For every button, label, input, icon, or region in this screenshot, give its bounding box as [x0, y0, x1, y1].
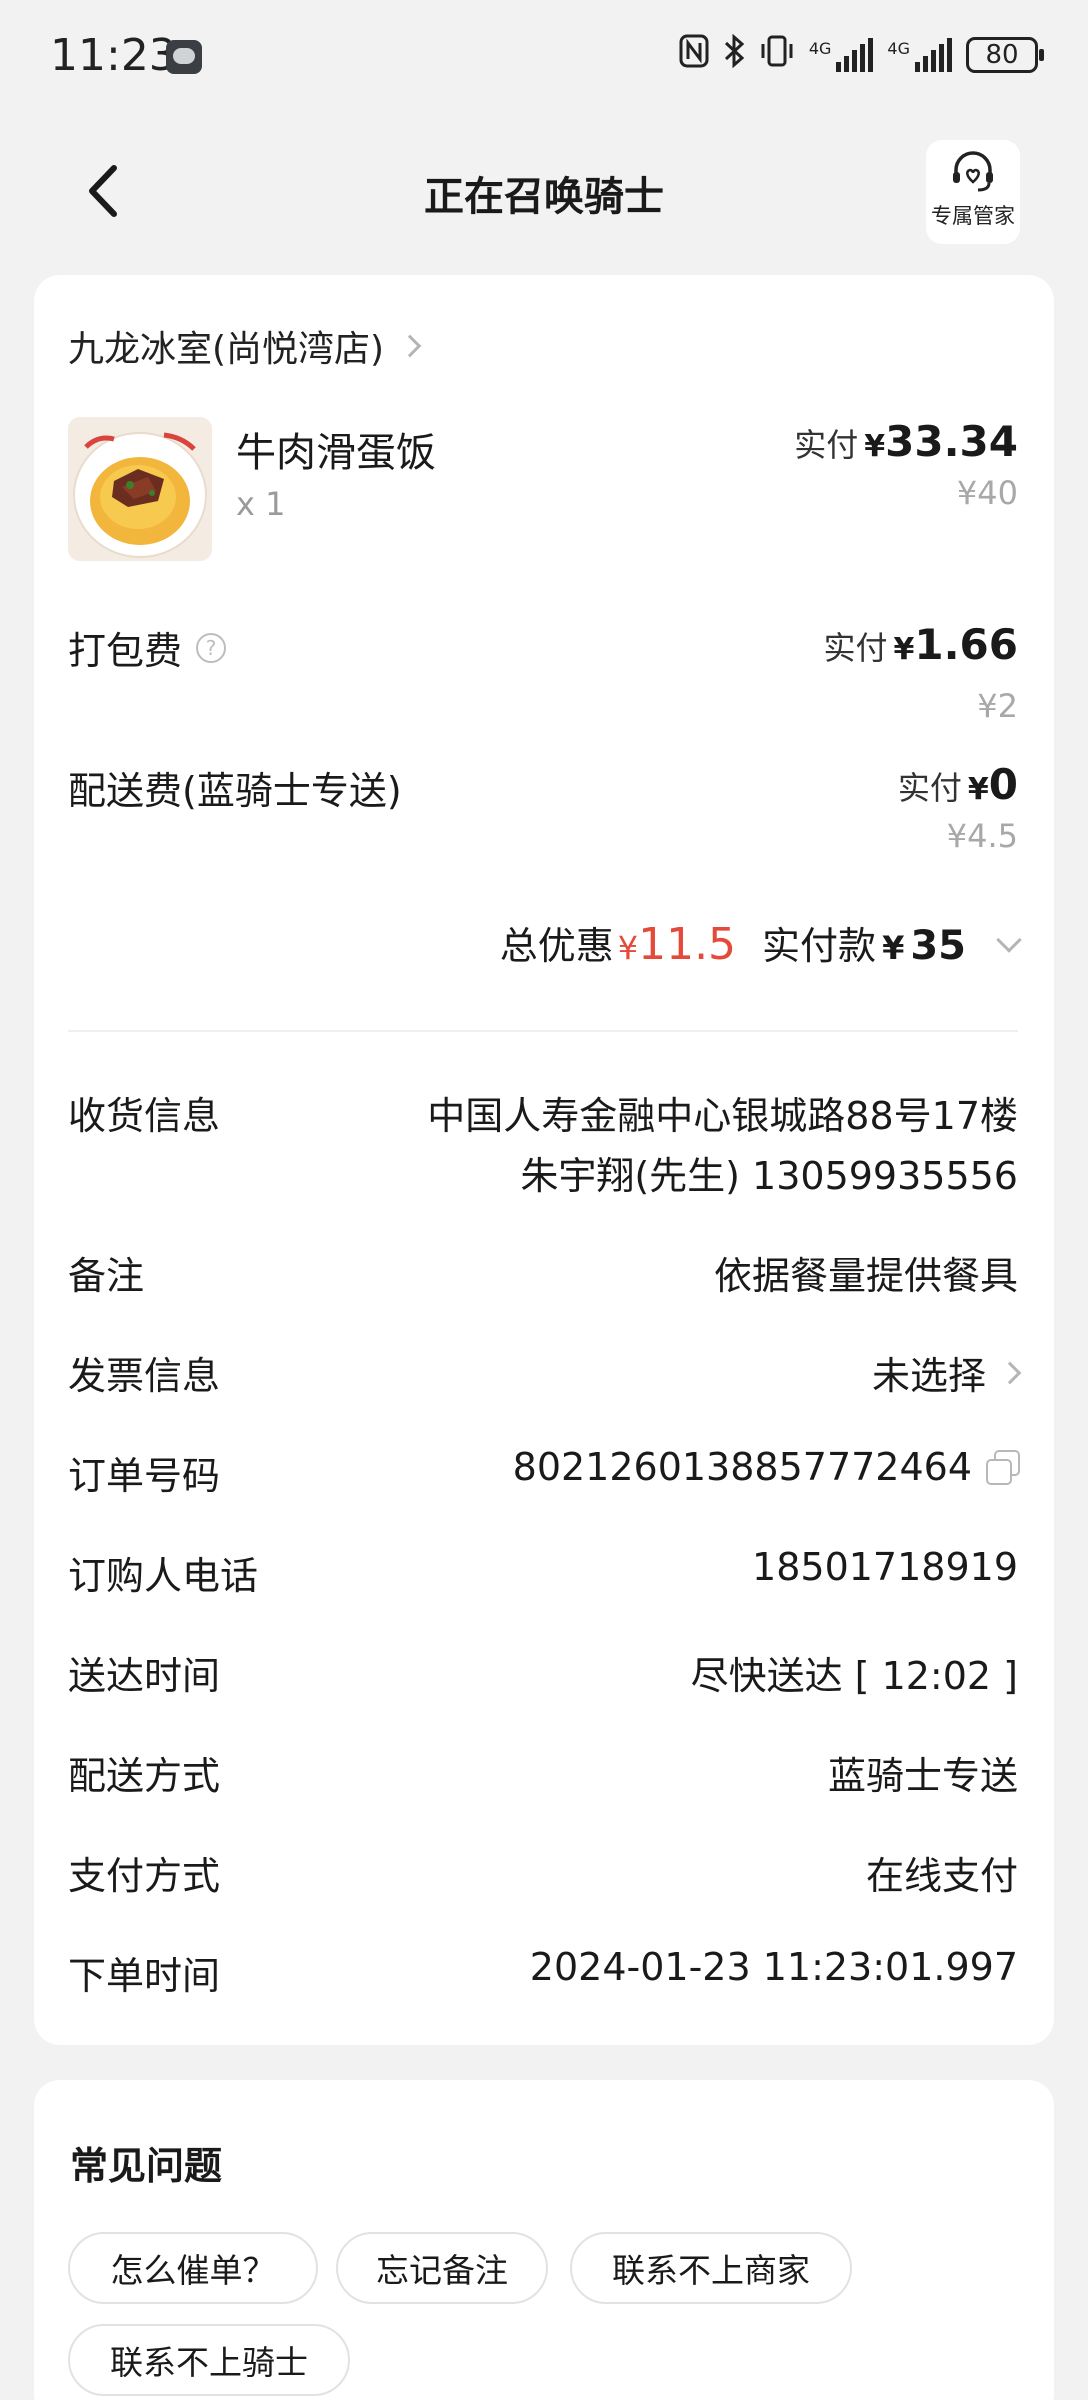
item-price: 实付 ¥33.34 ¥40: [794, 417, 1018, 512]
delivery-fee-label: 配送费(蓝骑士专送): [68, 769, 402, 813]
invoice-value-wrap: 未选择: [871, 1345, 1022, 1400]
order-number-row: 订单号码 8021260138857772464: [68, 1445, 1020, 1505]
payment-row: 支付方式 在线支付: [68, 1845, 1018, 1905]
currency-symbol: ¥: [893, 632, 915, 667]
chevron-right-icon: [398, 334, 422, 358]
delivery-fee-original: ¥4.5: [946, 817, 1018, 855]
phone-label: 订购人电话: [68, 1554, 259, 1598]
invoice-row[interactable]: 发票信息 未选择: [68, 1345, 1022, 1405]
packing-fee-paid-value: 1.66: [914, 620, 1018, 669]
remark-label: 备注: [68, 1254, 145, 1298]
currency-symbol: ¥: [967, 772, 989, 807]
store-name: 九龙冰室(尚悦湾店): [68, 329, 385, 370]
packing-fee-text: 打包费: [68, 629, 183, 673]
delivery-method-row: 配送方式 蓝骑士专送: [68, 1745, 1018, 1805]
chevron-down-icon[interactable]: [996, 927, 1022, 953]
status-time: 11:23: [50, 30, 177, 81]
status-icons: 4G 4G 80: [679, 32, 1044, 78]
divider: [68, 1030, 1018, 1032]
butler-label: 专属管家: [931, 204, 1015, 228]
delivery-method-label: 配送方式: [68, 1754, 221, 1798]
faq-chip-contact-rider[interactable]: 联系不上骑士: [68, 2324, 350, 2396]
vibrate-icon: [759, 34, 795, 76]
address-row: 收货信息 中国人寿金融中心银城路88号17楼 朱宇翔(先生) 130599355…: [68, 1085, 1018, 1215]
order-number-wrap: 8021260138857772464: [512, 1445, 1020, 1489]
order-number-value: 8021260138857772464: [512, 1445, 972, 1489]
item-quantity: x 1: [236, 485, 286, 523]
delivery-time-row: 送达时间 尽快送达 [ 12:02 ]: [68, 1645, 1018, 1705]
headset-heart-icon: [953, 151, 993, 192]
paid-label: 实付: [794, 426, 859, 464]
signal-4g-icon: 4G: [887, 38, 952, 72]
delivery-fee-paid-value: 0: [988, 760, 1018, 809]
faq-chip-contact-store[interactable]: 联系不上商家: [570, 2232, 852, 2304]
network-type-label: 4G: [808, 39, 832, 58]
order-time-row: 下单时间 2024-01-23 11:23:01.997: [68, 1945, 1018, 2005]
page-header: 正在召唤骑士 专属管家: [0, 120, 1088, 260]
delivery-method-value: 蓝骑士专送: [827, 1754, 1018, 1798]
item-paid-value: 33.34: [885, 417, 1018, 466]
packing-fee-original: ¥2: [977, 687, 1018, 725]
butler-button[interactable]: 专属管家: [926, 140, 1020, 244]
faq-chip-urge[interactable]: 怎么催单？: [68, 2232, 318, 2304]
order-time-label: 下单时间: [68, 1954, 221, 1998]
order-detail-page: 11:23 4G 4G 80 正在召唤骑士 专属管家 九龙冰室(尚悦湾店) 牛肉…: [0, 0, 1088, 2400]
status-bar: 11:23 4G 4G 80: [0, 0, 1088, 110]
phone-row: 订购人电话 18501718919: [68, 1545, 1018, 1605]
chevron-right-icon: [998, 1361, 1022, 1384]
payment-label: 支付方式: [68, 1854, 221, 1898]
food-image: [68, 417, 212, 561]
battery-icon: 80: [966, 37, 1044, 73]
address-label: 收货信息: [68, 1094, 221, 1138]
currency-symbol: ¥: [864, 429, 886, 464]
network-type-label: 4G: [887, 39, 910, 58]
discount-value: 11.5: [638, 919, 737, 970]
phone-value: 18501718919: [752, 1545, 1018, 1589]
address-line2: 朱宇翔(先生) 13059935556: [520, 1154, 1018, 1198]
remark-value: 依据餐量提供餐具: [713, 1254, 1018, 1298]
invoice-label: 发票信息: [68, 1354, 221, 1398]
signal-4g-icon: 4G: [809, 38, 874, 72]
copy-icon[interactable]: [984, 1450, 1020, 1485]
page-title: 正在召唤骑士: [424, 174, 664, 220]
discount-currency: ¥: [617, 929, 639, 967]
total-currency: ¥: [882, 929, 905, 967]
faq-card: 常见问题 怎么催单？ 忘记备注 联系不上商家 联系不上骑士: [34, 2080, 1054, 2400]
order-totals: 总优惠 ¥ 11.5 实付款 ¥ 35: [499, 915, 1022, 970]
delivery-fee-price: 实付 ¥0 ¥4.5: [898, 760, 1018, 855]
paid-label: 实付: [823, 629, 888, 667]
item-original-price: ¥40: [956, 474, 1018, 512]
delivery-time-label: 送达时间: [68, 1654, 221, 1698]
payment-value: 在线支付: [865, 1854, 1018, 1898]
paid-label: 实付: [897, 769, 962, 807]
help-icon[interactable]: ?: [196, 632, 227, 663]
message-icon: [166, 40, 202, 74]
nfc-icon: [679, 34, 709, 76]
address-line1: 中国人寿金融中心银城路88号17楼: [427, 1094, 1018, 1138]
store-link[interactable]: 九龙冰室(尚悦湾店): [68, 320, 422, 372]
invoice-value: 未选择: [871, 1354, 986, 1398]
remark-row: 备注 依据餐量提供餐具: [68, 1245, 1018, 1305]
faq-title: 常见问题: [70, 2144, 223, 2188]
total-paid-value: 35: [910, 923, 966, 969]
total-paid-label: 实付款: [762, 924, 877, 968]
order-number-label: 订单号码: [68, 1454, 221, 1498]
discount-label: 总优惠: [499, 924, 614, 968]
order-card: 九龙冰室(尚悦湾店) 牛肉滑蛋饭 x 1 实付 ¥33.34 ¥40 打包费 ?…: [34, 275, 1054, 2045]
bluetooth-icon: [723, 33, 745, 76]
packing-fee-price: 实付 ¥1.66 ¥2: [823, 620, 1018, 725]
order-time-value: 2024-01-23 11:23:01.997: [529, 1945, 1018, 1989]
item-name: 牛肉滑蛋饭: [236, 430, 436, 476]
packing-fee-label: 打包费 ?: [68, 620, 227, 675]
faq-chip-forgot-note[interactable]: 忘记备注: [336, 2232, 548, 2304]
delivery-time-value: 尽快送达 [ 12:02 ]: [690, 1654, 1018, 1698]
